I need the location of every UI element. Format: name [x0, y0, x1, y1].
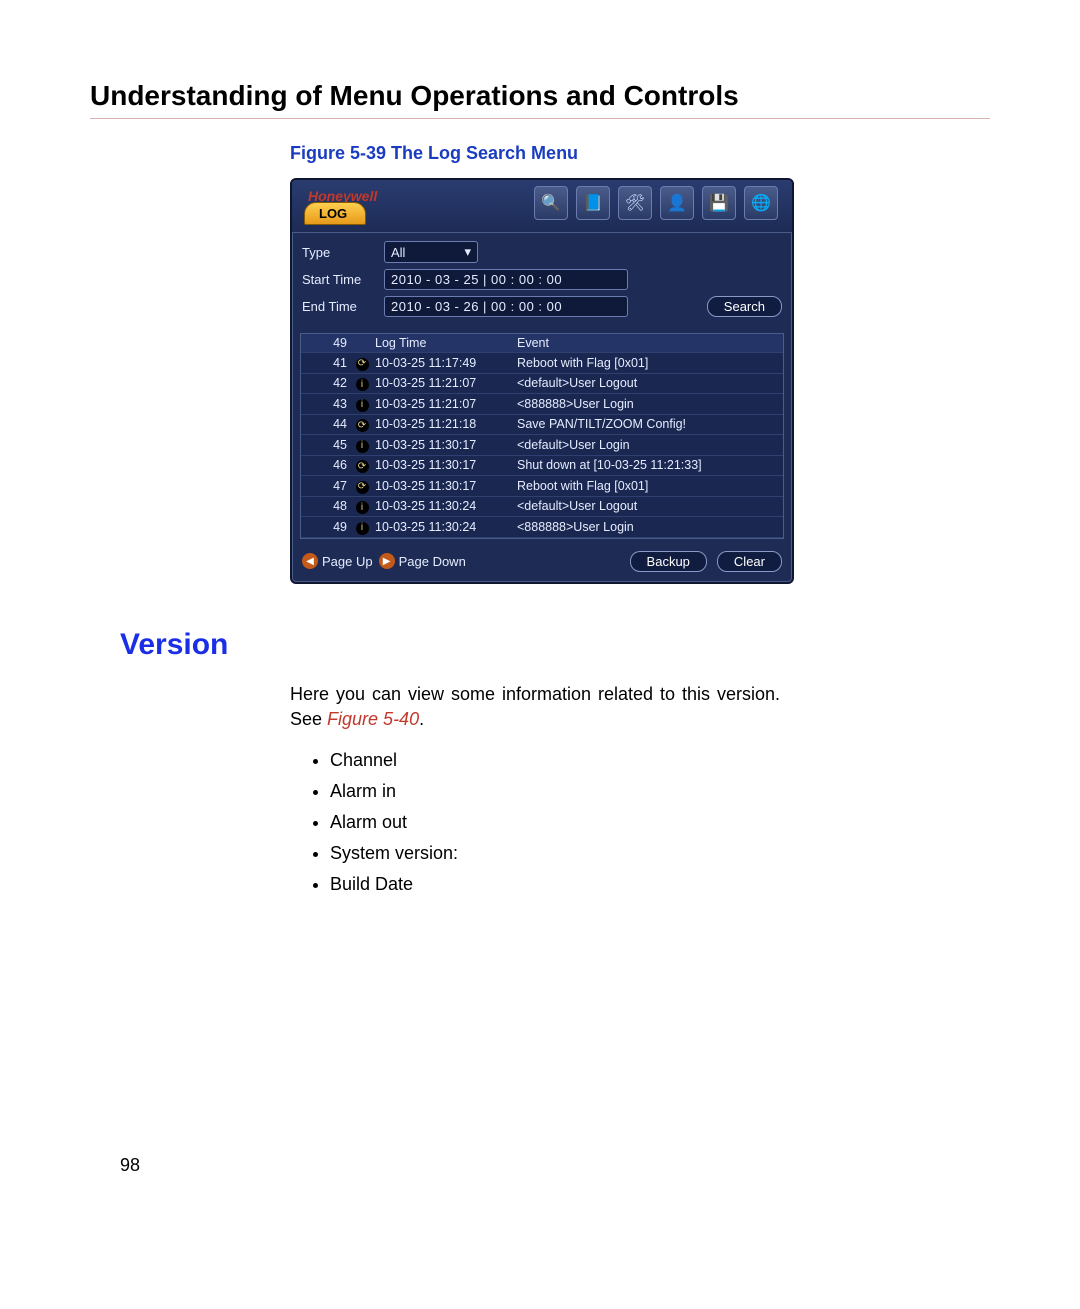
- version-intro: Here you can view some information relat…: [290, 682, 780, 732]
- row-type-icon: i: [353, 437, 371, 453]
- col-header-event: Event: [511, 336, 777, 350]
- arrow-left-icon: ◀: [302, 553, 318, 569]
- row-time: 10-03-25 11:21:18: [371, 417, 511, 431]
- row-event: Save PAN/TILT/ZOOM Config!: [511, 417, 777, 431]
- search-icon[interactable]: 🔍: [534, 186, 568, 220]
- type-select[interactable]: All ▾: [384, 241, 478, 263]
- intro-post: .: [419, 709, 424, 729]
- row-type-icon: i: [353, 499, 371, 515]
- list-item: Build Date: [330, 874, 990, 895]
- row-type-icon: ⟳: [353, 478, 371, 494]
- figure-caption: Figure 5-39 The Log Search Menu: [290, 143, 990, 164]
- row-index: 43: [307, 397, 353, 411]
- log-row[interactable]: 45i10-03-25 11:30:17<default>User Login: [301, 435, 783, 456]
- log-row[interactable]: 44⟳10-03-25 11:21:18Save PAN/TILT/ZOOM C…: [301, 415, 783, 436]
- row-type-icon: ⟳: [353, 417, 371, 433]
- disk-icon[interactable]: 💾: [702, 186, 736, 220]
- row-time: 10-03-25 11:30:17: [371, 458, 511, 472]
- row-type-icon: i: [353, 519, 371, 535]
- row-event: <888888>User Login: [511, 397, 777, 411]
- network-icon[interactable]: 🌐: [744, 186, 778, 220]
- list-item: Alarm out: [330, 812, 990, 833]
- row-type-icon: i: [353, 376, 371, 392]
- col-header-logtime: Log Time: [371, 336, 511, 350]
- row-index: 44: [307, 417, 353, 431]
- row-event: Reboot with Flag [0x01]: [511, 479, 777, 493]
- page-down-button[interactable]: ▶ Page Down: [379, 553, 466, 569]
- row-time: 10-03-25 11:30:17: [371, 438, 511, 452]
- row-event: Shut down at [10-03-25 11:21:33]: [511, 458, 777, 472]
- version-bullet-list: Channel Alarm in Alarm out System version: B…: [290, 750, 990, 895]
- chevron-down-icon: ▾: [464, 244, 471, 260]
- list-item: Alarm in: [330, 781, 990, 802]
- row-event: Reboot with Flag [0x01]: [511, 356, 777, 370]
- log-tab[interactable]: LOG: [304, 202, 366, 225]
- log-row[interactable]: 49i10-03-25 11:30:24<888888>User Login: [301, 517, 783, 538]
- page-title: Understanding of Menu Operations and Con…: [90, 80, 990, 112]
- row-time: 10-03-25 11:21:07: [371, 376, 511, 390]
- log-row[interactable]: 41⟳10-03-25 11:17:49Reboot with Flag [0x…: [301, 353, 783, 374]
- arrow-right-icon: ▶: [379, 553, 395, 569]
- row-time: 10-03-25 11:30:24: [371, 499, 511, 513]
- start-time-input[interactable]: 2010 - 03 - 25 | 00 : 00 : 00: [384, 269, 628, 290]
- search-button[interactable]: Search: [707, 296, 782, 317]
- row-index: 48: [307, 499, 353, 513]
- log-list-header: 49 Log Time Event: [301, 334, 783, 353]
- row-event: <default>User Logout: [511, 499, 777, 513]
- row-time: 10-03-25 11:17:49: [371, 356, 511, 370]
- row-time: 10-03-25 11:30:17: [371, 479, 511, 493]
- row-index: 49: [307, 520, 353, 534]
- end-time-label: End Time: [302, 299, 374, 314]
- toolbar: 🔍 📘 🛠 👤 💾 🌐: [534, 186, 784, 220]
- log-row[interactable]: 42i10-03-25 11:21:07<default>User Logout: [301, 374, 783, 395]
- title-rule: [90, 118, 990, 119]
- backup-button[interactable]: Backup: [630, 551, 707, 572]
- row-event: <default>User Login: [511, 438, 777, 452]
- page-down-label: Page Down: [399, 554, 466, 569]
- log-row[interactable]: 47⟳10-03-25 11:30:17Reboot with Flag [0x…: [301, 476, 783, 497]
- row-event: <default>User Logout: [511, 376, 777, 390]
- clear-button[interactable]: Clear: [717, 551, 782, 572]
- log-row[interactable]: 46⟳10-03-25 11:30:17Shut down at [10-03-…: [301, 456, 783, 477]
- log-count: 49: [307, 336, 353, 350]
- type-value: All: [391, 245, 405, 260]
- list-item: Channel: [330, 750, 990, 771]
- window-header: Honeywell LOG 🔍 📘 🛠 👤 💾 🌐: [292, 180, 792, 232]
- row-time: 10-03-25 11:30:24: [371, 520, 511, 534]
- row-type-icon: ⟳: [353, 458, 371, 474]
- row-index: 42: [307, 376, 353, 390]
- tools-icon[interactable]: 🛠: [618, 186, 652, 220]
- row-index: 41: [307, 356, 353, 370]
- log-row[interactable]: 43i10-03-25 11:21:07<888888>User Login: [301, 394, 783, 415]
- log-row[interactable]: 48i10-03-25 11:30:24<default>User Logout: [301, 497, 783, 518]
- row-type-icon: i: [353, 396, 371, 412]
- end-time-input[interactable]: 2010 - 03 - 26 | 00 : 00 : 00: [384, 296, 628, 317]
- start-time-label: Start Time: [302, 272, 374, 287]
- row-index: 45: [307, 438, 353, 452]
- row-event: <888888>User Login: [511, 520, 777, 534]
- list-item: System version:: [330, 843, 990, 864]
- page-up-label: Page Up: [322, 554, 373, 569]
- footer-bar: ◀ Page Up ▶ Page Down Backup Clear: [292, 545, 792, 582]
- filter-panel: Type All ▾ Start Time 2010 - 03 - 25 | 0…: [292, 232, 792, 333]
- figure-ref-link[interactable]: Figure 5-40: [327, 709, 419, 729]
- note-icon[interactable]: 📘: [576, 186, 610, 220]
- log-list: 49 Log Time Event 41⟳10-03-25 11:17:49Re…: [300, 333, 784, 539]
- section-heading-version: Version: [120, 628, 990, 662]
- page-number: 98: [120, 1155, 990, 1176]
- row-type-icon: ⟳: [353, 355, 371, 371]
- log-search-window: Honeywell LOG 🔍 📘 🛠 👤 💾 🌐 Type All ▾ Sta: [290, 178, 794, 584]
- type-label: Type: [302, 245, 374, 260]
- user-icon[interactable]: 👤: [660, 186, 694, 220]
- row-time: 10-03-25 11:21:07: [371, 397, 511, 411]
- row-index: 47: [307, 479, 353, 493]
- page-up-button[interactable]: ◀ Page Up: [302, 553, 373, 569]
- row-index: 46: [307, 458, 353, 472]
